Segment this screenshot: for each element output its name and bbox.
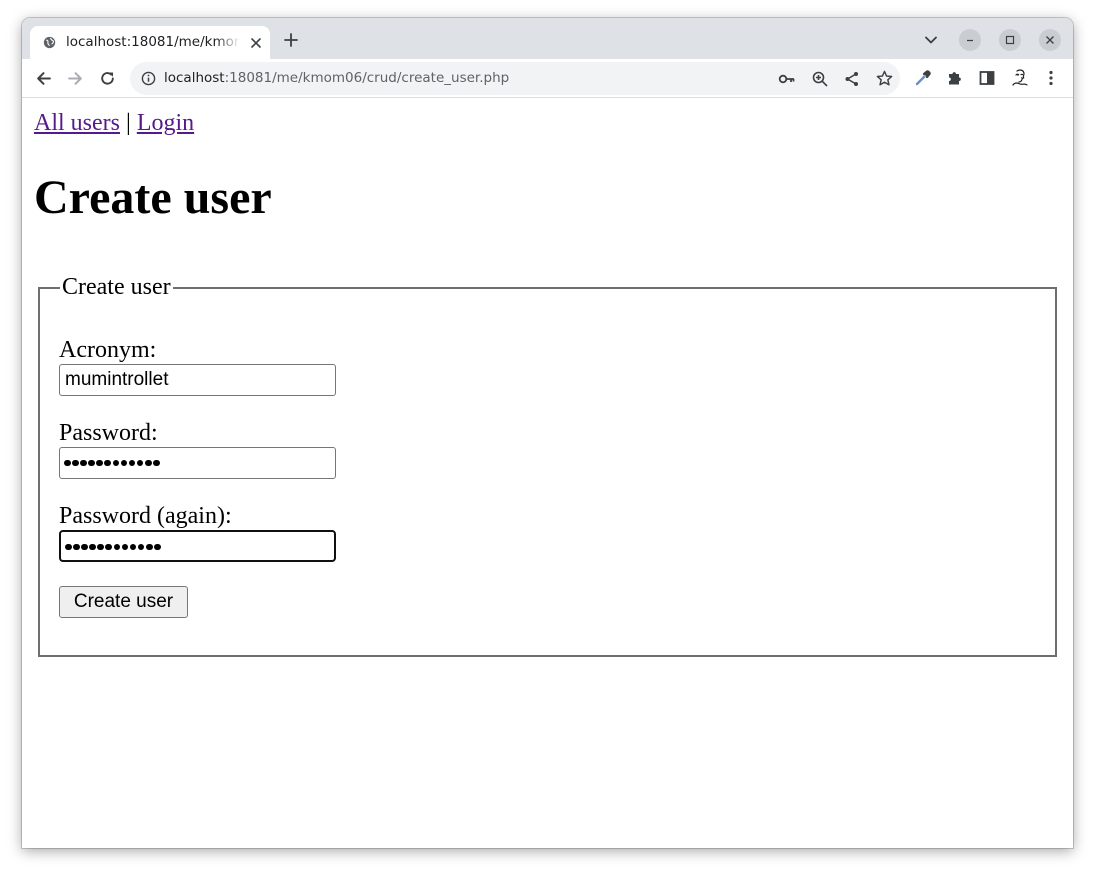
acronym-label: Acronym:	[59, 337, 157, 363]
password-dot	[80, 459, 87, 467]
acronym-input[interactable]	[59, 364, 336, 396]
password-dot	[128, 459, 136, 467]
password-dot	[145, 543, 153, 551]
top-nav: All users | Login	[34, 110, 194, 136]
back-arrow-icon[interactable]	[35, 70, 52, 87]
forward-arrow-icon[interactable]	[67, 70, 84, 87]
password-dot	[120, 459, 128, 467]
chevron-down-icon[interactable]	[925, 36, 937, 44]
password-again-input[interactable]	[59, 530, 336, 562]
password-dot	[137, 543, 145, 551]
tab-strip: localhost:18081/me/kmom06/crud/create_us…	[22, 18, 1073, 59]
puzzle-icon[interactable]	[946, 69, 964, 87]
all-users-link[interactable]: All users	[34, 110, 120, 136]
url-path: :18081/me/kmom06/crud/create_user.php	[224, 70, 510, 86]
password-dot	[89, 543, 96, 551]
maximize-button[interactable]	[999, 29, 1021, 51]
nav-separator: |	[126, 110, 131, 136]
password-dot	[129, 543, 137, 551]
star-icon[interactable]	[875, 69, 894, 88]
address-bar[interactable]: localhost:18081/me/kmom06/crud/create_us…	[130, 62, 900, 95]
reload-icon[interactable]	[99, 70, 116, 87]
password-label: Password:	[59, 420, 158, 446]
close-icon[interactable]	[249, 36, 263, 50]
password-dot	[121, 543, 129, 551]
tab-title: localhost:18081/me/kmom06/crud/create_us…	[66, 34, 240, 50]
create-user-button[interactable]: Create user	[59, 586, 188, 618]
create-user-form: Create user Acronym: Password: Password …	[38, 274, 1057, 657]
password-dot	[72, 459, 79, 467]
password-again-mask	[65, 540, 161, 554]
zoom-icon[interactable]	[811, 70, 829, 88]
password-dot	[113, 543, 121, 551]
plus-icon[interactable]	[284, 33, 298, 47]
password-dot	[64, 459, 71, 467]
close-icon	[1046, 36, 1054, 44]
browser-tab[interactable]: localhost:18081/me/kmom06/crud/create_us…	[30, 26, 270, 59]
password-dot	[65, 543, 72, 551]
browser-toolbar: localhost:18081/me/kmom06/crud/create_us…	[22, 59, 1073, 98]
password-dot	[153, 459, 160, 467]
url-host: localhost	[164, 70, 225, 86]
password-dot	[88, 459, 95, 467]
address-bar-url: localhost:18081/me/kmom06/crud/create_us…	[164, 70, 509, 86]
side-panel-icon[interactable]	[978, 69, 996, 87]
eyedropper-icon[interactable]	[914, 69, 932, 87]
password-input[interactable]	[59, 447, 336, 479]
password-dot	[136, 459, 144, 467]
password-dot	[104, 459, 112, 467]
avatar[interactable]	[1008, 66, 1032, 90]
minimize-button[interactable]	[959, 29, 981, 51]
browser-window: localhost:18081/me/kmom06/crud/create_us…	[22, 18, 1073, 848]
minimize-icon	[967, 39, 973, 42]
password-again-label: Password (again):	[59, 503, 232, 529]
password-dot	[105, 543, 113, 551]
password-dot	[112, 459, 120, 467]
page-content: All users | Login Create user Create use…	[22, 99, 1073, 848]
globe-icon	[43, 36, 56, 49]
key-icon[interactable]	[778, 70, 796, 88]
password-dot	[144, 459, 152, 467]
page-title: Create user	[34, 171, 272, 224]
form-legend: Create user	[60, 274, 173, 300]
share-icon[interactable]	[843, 70, 861, 88]
password-mask	[64, 456, 160, 470]
kebab-menu-icon[interactable]	[1042, 69, 1060, 87]
password-dot	[154, 543, 161, 551]
password-dot	[73, 543, 80, 551]
login-link[interactable]: Login	[137, 110, 194, 136]
password-dot	[81, 543, 88, 551]
password-dot	[96, 459, 103, 467]
close-window-button[interactable]	[1039, 29, 1061, 51]
info-icon[interactable]	[141, 71, 156, 86]
password-dot	[97, 543, 104, 551]
maximize-icon	[1005, 35, 1015, 45]
